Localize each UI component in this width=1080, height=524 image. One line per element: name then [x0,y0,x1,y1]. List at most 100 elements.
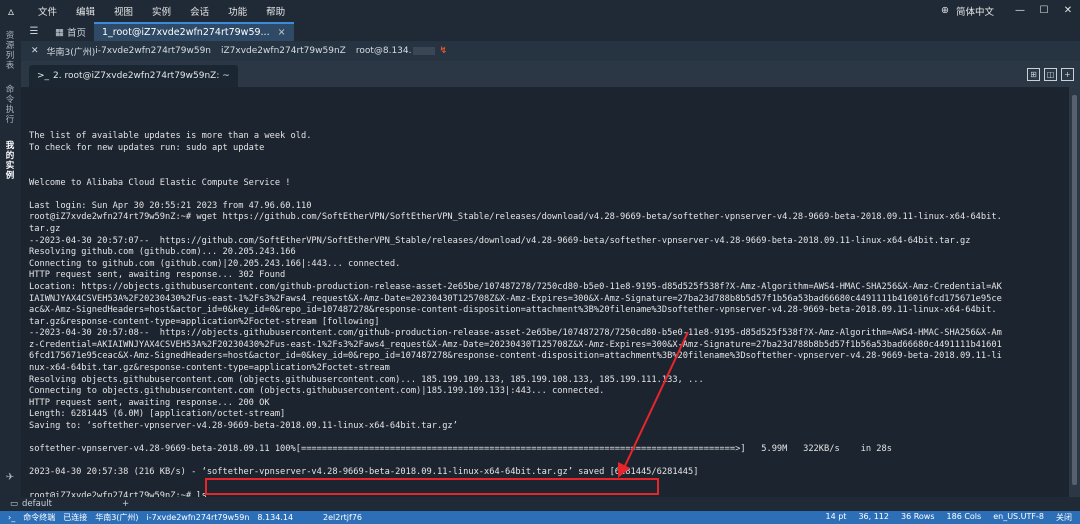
terminal-tab-label: 2. root@iZ7xvde2wfn274rt79w59nZ: ~ [53,71,230,81]
menu-view[interactable]: 视图 [114,4,133,18]
document-tabs: ☰ ▦ 首页 1_root@iZ7xvde2wfn274rt79w59... × [21,21,1080,41]
terminal-line: ac&X-Amz-SignedHeaders=host&actor_id=0&k… [29,305,997,316]
status-cursor-pos: 36, 112 [858,512,889,521]
menu-help[interactable]: 帮助 [266,4,285,18]
terminal-line: HTTP request sent, awaiting response... … [29,397,270,408]
terminal-lines: The list of available updates is more th… [29,108,1069,497]
terminal-tab-2[interactable]: >_ 2. root@iZ7xvde2wfn274rt79w59nZ: ~ [29,65,238,87]
tab-home[interactable]: ▦ 首页 [47,23,94,41]
rail-item-resource-list[interactable]: 资源列表 [4,31,16,71]
split-vertical-icon[interactable]: ◫ [1044,67,1057,81]
terminal-small-icon: ▭ [10,499,19,509]
app-logo-icon[interactable]: ▵ [0,0,22,21]
terminal-line: --2023-04-30 20:57:08-- https://objects.… [29,328,1002,339]
terminal-line: Resolving objects.githubusercontent.com … [29,374,704,385]
terminal-line: Connecting to objects.githubusercontent.… [29,386,605,397]
terminal-output[interactable]: The list of available updates is more th… [21,87,1069,497]
terminal-line: Location: https://objects.githubusercont… [29,281,1002,292]
add-tab-button[interactable]: + [122,499,129,509]
session-userhost-seg: root@8.134. ↯ [356,46,447,56]
menu-edit[interactable]: 编辑 [76,4,95,18]
add-circle-icon[interactable]: ⊕ [941,5,949,16]
terminal-tabs: >_ 2. root@iZ7xvde2wfn274rt79w59nZ: ~ ⊞ … [21,61,1080,87]
scrollbar-thumb[interactable] [1072,95,1077,485]
status-close-toggle[interactable]: 关闭 [1056,512,1072,523]
menu-file[interactable]: 文件 [38,4,57,18]
status-cols: 186 Cols [946,512,982,521]
tab-session-1[interactable]: 1_root@iZ7xvde2wfn274rt79w59... × [94,22,294,41]
terminal-scrollbar[interactable] [1069,87,1080,497]
status-instance: i-7xvde2wfn274rt79w59n [146,513,250,522]
terminal-line: Saving to: ‘softether-vpnserver-v4.28-96… [29,421,458,432]
terminal-line: --2023-04-30 20:57:07-- https://github.c… [29,235,971,246]
terminal-line: tar.gz&response-content-type=application… [29,316,380,327]
terminal-line: The list of available updates is more th… [29,131,312,142]
redacted-ip-block [413,47,436,55]
terminal-line: Resolving github.com (github.com)... 20.… [29,247,296,258]
terminal-prompt-icon: >_ [37,71,50,81]
session-region: 华南3(广州) [46,47,96,58]
sidebar-toggle-icon[interactable]: ☰ [21,21,47,41]
menu-instance[interactable]: 实例 [152,4,171,18]
close-tab-icon[interactable]: × [278,27,286,38]
menu-features[interactable]: 功能 [228,4,247,18]
status-font-size[interactable]: 14 pt [826,512,847,523]
session-info: ✕ 华南3(广州) i-7xvde2wfn274rt79w59n [31,45,211,58]
rail-item-my-instances[interactable]: 我的实例 [4,141,16,181]
title-menu-bar: ▵ 文件 编辑 视图 实例 会话 功能 帮助 ⊕ 简体中文 — ☐ ✕ [0,0,1080,21]
terminal-line: tar.gz [29,223,61,234]
session-hostname-seg: iZ7xvde2wfn274rt79w59nZ [221,46,346,56]
pin-icon[interactable]: ✈ [4,473,16,483]
status-bar: ›_ 命令终端 已连接 华南3(广州) i-7xvde2wfn274rt79w5… [0,511,1080,524]
expand-icon[interactable]: ✕ [31,46,39,56]
maximize-button[interactable]: ☐ [1032,5,1056,16]
new-pane-icon[interactable]: + [1061,67,1074,81]
terminal-line: 6fcd175671e95ceac&X-Amz-SignedHeaders=ho… [29,351,1002,362]
minimize-button[interactable]: — [1008,5,1032,16]
profile-tab-label: default [22,499,52,509]
terminal-line: HTTP request sent, awaiting response... … [29,270,286,281]
session-hostname: iZ7xvde2wfn274rt79w59nZ [221,46,346,56]
status-region: 华南3(广州) [95,513,139,522]
status-rows: 36 Rows [900,512,935,521]
bottom-tab-strip: ▭ default + [0,497,1080,511]
tab-home-label: 首页 [66,28,86,39]
terminal-line: Length: 6281445 (6.0M) [application/octe… [29,409,286,420]
home-icon: ▦ [55,26,64,38]
pane-controls: ⊞ ◫ + [1025,61,1076,87]
terminal-line: Last login: Sun Apr 30 20:55:21 2023 fro… [29,200,312,211]
status-terminal-icon: ›_ [8,513,16,522]
terminal-line: IAIWNJYAX4CSVEH53A%2F20230430%2Fus-east-… [29,293,1002,304]
status-connection: 已连接 [63,513,88,522]
rail-item-command-exec[interactable]: 命令执行 [4,85,16,125]
terminal-line: nux-x64-64bit.tar.gz&response-content-ty… [29,363,390,374]
menu-session[interactable]: 会话 [190,4,209,18]
brand-icon: ↯ [439,46,448,56]
terminal-line: root@iZ7xvde2wfn274rt79w59nZ:~# wget htt… [29,212,1002,223]
language-selector[interactable]: 简体中文 [956,4,994,18]
close-window-button[interactable]: ✕ [1056,5,1080,16]
terminal-line: softether-vpnserver-v4.28-9669-beta-2018… [29,444,893,455]
annotation-highlight-box [205,478,659,495]
status-right: 14 pt 36, 112 36 Rows 186 Cols en_US.UTF… [814,512,1080,523]
terminal-line: Welcome to Alibaba Cloud Elastic Compute… [29,177,291,188]
session-instance-id: i-7xvde2wfn274rt79w59n [95,46,212,56]
menu-bar: 文件 编辑 视图 实例 会话 功能 帮助 [38,4,304,18]
status-session-id: 2el2rtjf76 [323,513,362,522]
session-user-host: root@8.134. [355,46,412,56]
terminal-line: To check for new updates run: sudo apt u… [29,142,265,153]
status-encoding[interactable]: en_US.UTF-8 [993,512,1044,523]
terminal-line: z-Credential=AKIAIWNJYAX4CSVEH53A%2F2023… [29,339,1002,350]
left-rail: 资源列表 命令执行 我的实例 ✈ [0,21,21,497]
profile-tab[interactable]: ▭ default [10,499,52,509]
split-horizontal-icon[interactable]: ⊞ [1027,67,1040,81]
tab-session-1-label: 1_root@iZ7xvde2wfn274rt79w59... [102,27,270,38]
terminal-line: Connecting to github.com (github.com)|20… [29,258,401,269]
titlebar-right: ⊕ 简体中文 — ☐ ✕ [934,4,1080,18]
